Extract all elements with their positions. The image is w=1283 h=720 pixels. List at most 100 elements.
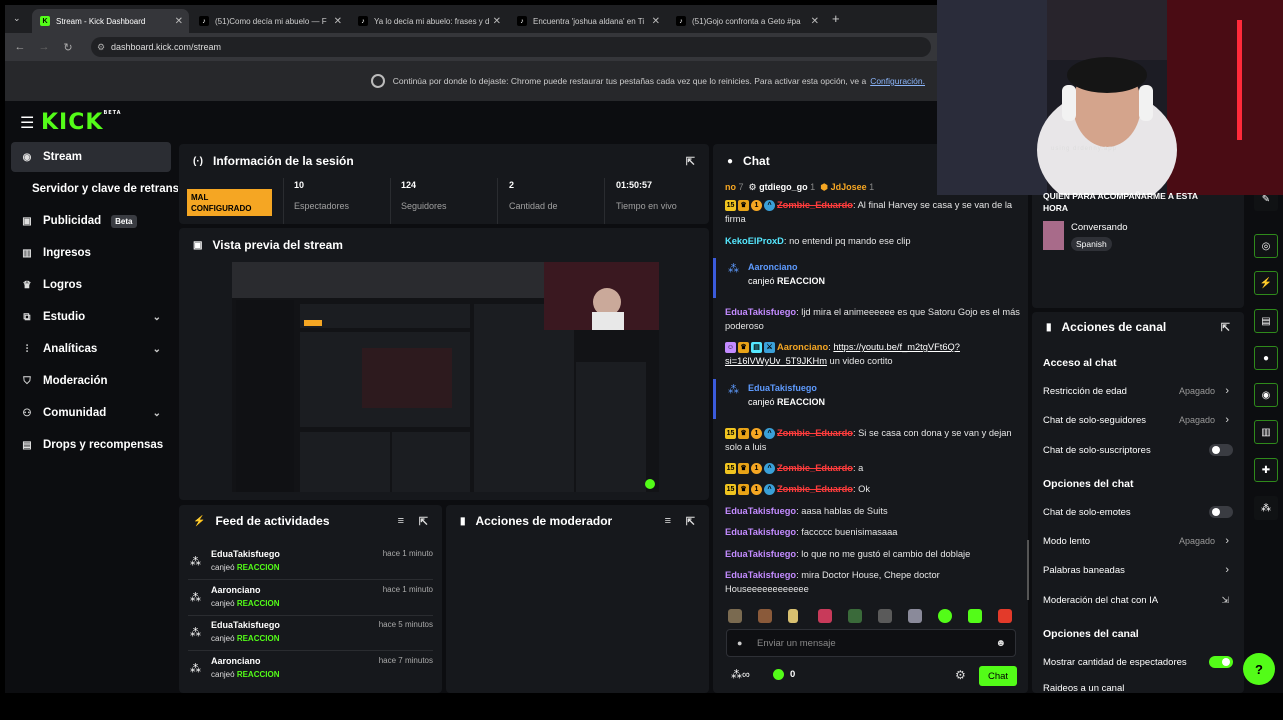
sidebar-item-publicidad[interactable]: ▣ Publicidad Beta [11, 206, 171, 236]
bolt-icon[interactable]: ⚡ [1254, 271, 1278, 295]
row-value: Apagado [1178, 415, 1215, 425]
kick-logo[interactable]: KICKBETA [41, 110, 122, 135]
banned-words-row[interactable]: Palabras baneadas › [1043, 562, 1233, 578]
redeem-user[interactable]: Aaronciano [748, 262, 798, 272]
chat-username[interactable]: EduaTakisfuego [725, 506, 796, 516]
sidebar-item-stream[interactable]: ◉ Stream [11, 142, 171, 172]
sidebar-item-drops[interactable]: ▤ Drops y recompensas [11, 430, 171, 460]
category-name[interactable]: Conversando [1071, 222, 1128, 233]
chat-username[interactable]: EduaTakisfuego [725, 527, 796, 537]
sidebar-item-moderacion[interactable]: ⛉ Moderación [11, 366, 171, 396]
sidebar-item-ingresos[interactable]: ▥ Ingresos [11, 238, 171, 268]
chat-message: ☺ ♛ ▤ ⚔ Aaronciano: https://youtu.be/f_m2tgV… [725, 342, 960, 366]
chat-username[interactable]: EduaTakisfuego [725, 307, 796, 317]
emote-icon[interactable] [968, 609, 982, 623]
popout-icon[interactable]: ⇱ [419, 515, 428, 528]
camera-icon[interactable]: ◎ [1254, 234, 1278, 258]
show-viewers-toggle[interactable] [1209, 656, 1233, 668]
menu-icon[interactable]: ☰ [20, 113, 34, 133]
emote-icon[interactable] [788, 609, 798, 623]
tab-tiktok-3[interactable]: ♪ Encuentra 'joshua aldana' en Ti ✕ [509, 9, 666, 33]
close-icon[interactable]: ✕ [334, 16, 342, 27]
new-tab-icon[interactable]: + [832, 11, 840, 26]
close-icon[interactable]: ✕ [811, 16, 819, 27]
emotes-only-toggle[interactable] [1209, 506, 1233, 518]
feed-title: Feed de actividades [215, 514, 330, 528]
subs-only-toggle[interactable] [1209, 444, 1233, 456]
chat-username[interactable]: KekoElProxD [725, 236, 784, 246]
broadcast-icon[interactable]: ◉ [1254, 383, 1278, 407]
sidebar-item-label: Moderación [43, 375, 108, 387]
chat-scrollbar[interactable] [1027, 540, 1029, 600]
chat-redeem: ⁂ Aaronciano canjeó REACCION [713, 258, 1003, 298]
filter-icon[interactable]: ≡ [398, 515, 404, 527]
raids-row[interactable]: Raideos a un canal [1043, 683, 1233, 693]
reward-icon: ⁂ [728, 263, 739, 275]
filter-icon[interactable]: ≡ [665, 515, 671, 527]
chat-username[interactable]: Aaronciano [777, 342, 828, 352]
emote-icon[interactable] [878, 609, 892, 623]
close-icon[interactable]: ✕ [493, 16, 501, 27]
forward-icon[interactable]: → [35, 41, 53, 53]
sidebar-item-server-key[interactable]: Servidor y clave de retransm [22, 174, 178, 204]
crown-badge-icon: ♛ [738, 342, 749, 354]
chevron-down-icon[interactable]: ⌄ [153, 312, 161, 323]
settings-link[interactable]: Configuración. [870, 76, 925, 86]
age-restriction-row[interactable]: Restricción de edad Apagado › [1043, 383, 1233, 399]
site-info-icon[interactable]: ⚙ [97, 42, 105, 53]
wrench-icon[interactable]: ✚ [1254, 458, 1278, 482]
chat-username[interactable]: Zombie_Eduardo [777, 200, 853, 210]
chat-username[interactable]: Zombie_Eduardo [777, 428, 853, 438]
one-badge-icon: 1 [751, 484, 762, 496]
followers-only-row[interactable]: Chat de solo-seguidores Apagado › [1043, 412, 1233, 428]
chevron-down-icon[interactable]: ⌄ [153, 408, 161, 419]
stream-preview[interactable] [232, 262, 659, 492]
send-chat-button[interactable]: Chat [979, 666, 1017, 686]
emote-icon[interactable] [758, 609, 772, 623]
close-icon[interactable]: ✕ [175, 16, 183, 27]
reward-icon: ⁂ [190, 663, 201, 675]
chat-bubble-icon[interactable]: ● [1254, 346, 1278, 370]
tab-kick-dashboard[interactable]: K Stream - Kick Dashboard ✕ [32, 9, 189, 33]
sidebar-item-logros[interactable]: ♛ Logros [11, 270, 171, 300]
popout-icon[interactable]: ⇱ [686, 155, 695, 168]
reload-icon[interactable]: ↻ [59, 41, 77, 54]
back-icon[interactable]: ← [11, 41, 29, 53]
tab-tiktok-2[interactable]: ♪ Ya lo decía mi abuelo: frases y d ✕ [350, 9, 507, 33]
emote-icon[interactable] [728, 609, 742, 623]
emote-icon[interactable] [998, 609, 1012, 623]
url-field[interactable]: ⚙ dashboard.kick.com/stream [91, 37, 931, 57]
popout-icon[interactable]: ⇱ [686, 515, 695, 528]
settings-gear-icon[interactable]: ⚙ [955, 668, 966, 682]
reward-icon[interactable]: ⁂ [1254, 496, 1278, 520]
tab-tiktok-4[interactable]: ♪ (51)Gojo confronta a Geto #pa ✕ [668, 9, 825, 33]
chat-username[interactable]: EduaTakisfuego [725, 570, 796, 580]
channel-actions-header: ▮ Acciones de canal ⇱ [1032, 312, 1244, 342]
sidebar-item-analiticas[interactable]: ⫶ Analíticas ⌄ [11, 334, 171, 364]
emoji-icon[interactable]: ☻ [995, 638, 1006, 649]
popout-icon[interactable]: ⇱ [1221, 321, 1230, 334]
chat-username[interactable]: Zombie_Eduardo [777, 484, 853, 494]
tab-tiktok-1[interactable]: ♪ (51)Como decía mi abuelo — F ✕ [191, 9, 348, 33]
emote-icon[interactable] [848, 609, 862, 623]
sidebar-item-estudio[interactable]: ⧉ Estudio ⌄ [11, 302, 171, 332]
clip-icon[interactable]: ▥ [1254, 420, 1278, 444]
chat-input[interactable]: ● Enviar un mensaje ☻ [726, 629, 1016, 657]
tab-search-icon[interactable]: ⌄ [13, 13, 21, 24]
ai-moderation-row[interactable]: Moderación del chat con IA ⇲ [1043, 592, 1233, 608]
misconfigured-badge[interactable]: MAL CONFIGURADO [187, 189, 272, 216]
emote-icon[interactable] [908, 609, 922, 623]
redeem-user[interactable]: EduaTakisfuego [748, 383, 817, 393]
stat-value: 10 [294, 180, 305, 190]
chat-username[interactable]: EduaTakisfuego [725, 549, 796, 559]
chevron-down-icon[interactable]: ⌄ [153, 344, 161, 355]
chat-username[interactable]: Zombie_Eduardo [777, 463, 853, 473]
slow-mode-row[interactable]: Modo lento Apagado › [1043, 533, 1233, 549]
reward-icon[interactable]: ⁂∞ [731, 668, 750, 681]
emote-icon[interactable] [818, 609, 832, 623]
close-icon[interactable]: ✕ [652, 16, 660, 27]
sidebar-item-comunidad[interactable]: ⚇ Comunidad ⌄ [11, 398, 171, 428]
help-button[interactable]: ? [1243, 653, 1275, 685]
document-icon[interactable]: ▤ [1254, 309, 1278, 333]
emote-icon[interactable] [938, 609, 952, 623]
